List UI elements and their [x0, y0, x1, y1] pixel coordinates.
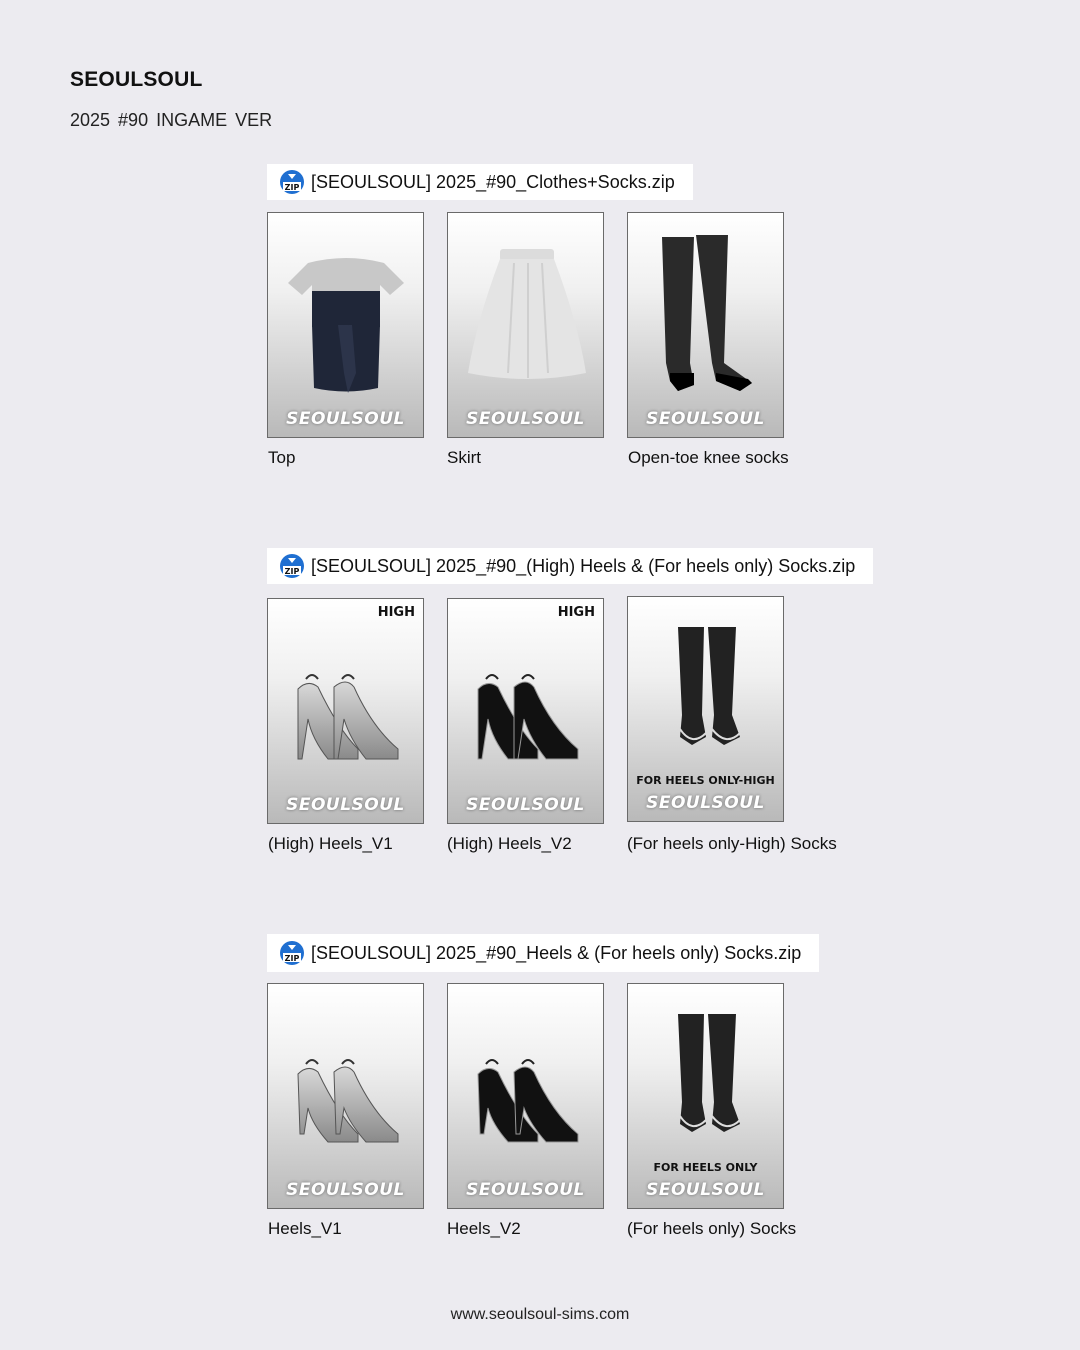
- page-subtitle: 2025 #90 INGAME VER: [70, 110, 273, 130]
- item-card-heel-socks[interactable]: FOR HEELS ONLY SEOULSOUL: [627, 983, 784, 1209]
- zip-file-name: [SEOULSOUL] 2025_#90_(High) Heels & (For…: [311, 555, 856, 576]
- heels-black-icon: [477, 1059, 579, 1143]
- watermark: SEOULSOUL: [466, 795, 585, 815]
- item-card-top[interactable]: SEOULSOUL: [267, 212, 424, 438]
- zip-file-icon: ZIP: [279, 940, 305, 966]
- zip-download-link[interactable]: ZIP [SEOULSOUL] 2025_#90_(High) Heels & …: [267, 548, 874, 584]
- watermark: SEOULSOUL: [646, 793, 765, 813]
- heel-socks-icon: [678, 1014, 741, 1132]
- item-card-heels-v1[interactable]: SEOULSOUL: [267, 983, 424, 1209]
- zip-download-link[interactable]: ZIP [SEOULSOUL] 2025_#90_Heels & (For he…: [267, 934, 820, 972]
- heel-socks-icon: [678, 627, 741, 745]
- high-tag: HIGH: [557, 605, 595, 620]
- item-card-skirt[interactable]: SEOULSOUL: [447, 212, 604, 438]
- brand-title: SEOULSOUL: [70, 68, 203, 91]
- zip-file-icon: ZIP: [279, 169, 305, 195]
- item-label-high-heels-v2: (High) Heels_V2: [447, 834, 572, 853]
- item-card-high-heels-v1[interactable]: HIGH SEOULSOUL: [267, 598, 424, 824]
- item-label-heel-socks-high: (For heels only-High) Socks: [627, 834, 837, 853]
- website-link[interactable]: www.seoulsoul-sims.com: [0, 1306, 1080, 1324]
- heels-only-note: FOR HEELS ONLY: [653, 1161, 758, 1174]
- item-card-open-toe-knee-socks[interactable]: SEOULSOUL: [627, 212, 784, 438]
- item-card-heels-v2[interactable]: SEOULSOUL: [447, 983, 604, 1209]
- watermark: SEOULSOUL: [466, 1180, 585, 1200]
- watermark: SEOULSOUL: [646, 409, 765, 429]
- zip-file-icon: ZIP: [279, 553, 305, 579]
- high-heels-silver-icon: [297, 674, 399, 760]
- high-tag: HIGH: [377, 605, 415, 620]
- item-label-heel-socks: (For heels only) Socks: [627, 1219, 797, 1238]
- zip-file-name: [SEOULSOUL] 2025_#90_Heels & (For heels …: [311, 942, 802, 963]
- heels-silver-icon: [297, 1059, 399, 1143]
- watermark: SEOULSOUL: [286, 409, 405, 429]
- item-label-heels-v2: Heels_V2: [447, 1219, 521, 1238]
- watermark: SEOULSOUL: [286, 1180, 405, 1200]
- high-heels-black-icon: [477, 674, 579, 760]
- knee-socks-icon: [662, 235, 752, 391]
- item-label-top: Top: [268, 448, 296, 467]
- zip-file-name: [SEOULSOUL] 2025_#90_Clothes+Socks.zip: [311, 171, 675, 192]
- heels-only-note: FOR HEELS ONLY-HIGH: [636, 774, 775, 787]
- watermark: SEOULSOUL: [646, 1180, 765, 1200]
- top-icon: [288, 258, 404, 393]
- zip-download-link[interactable]: ZIP [SEOULSOUL] 2025_#90_Clothes+Socks.z…: [267, 164, 693, 200]
- skirt-icon: [468, 249, 586, 379]
- item-label-open-toe-knee-socks: Open-toe knee socks: [628, 448, 789, 467]
- item-card-heel-socks-high[interactable]: FOR HEELS ONLY-HIGH SEOULSOUL: [627, 596, 784, 822]
- svg-text:ZIP: ZIP: [285, 183, 300, 192]
- item-card-high-heels-v2[interactable]: HIGH SEOULSOUL: [447, 598, 604, 824]
- item-label-heels-v1: Heels_V1: [268, 1219, 342, 1238]
- svg-text:ZIP: ZIP: [285, 954, 300, 963]
- watermark: SEOULSOUL: [466, 409, 585, 429]
- item-label-skirt: Skirt: [447, 448, 481, 467]
- item-label-high-heels-v1: (High) Heels_V1: [268, 834, 393, 853]
- svg-text:ZIP: ZIP: [285, 567, 300, 576]
- watermark: SEOULSOUL: [286, 795, 405, 815]
